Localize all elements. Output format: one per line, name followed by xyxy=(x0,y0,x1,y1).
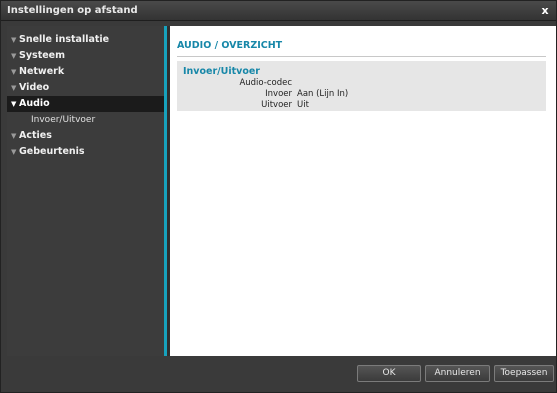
info-label: Invoer xyxy=(265,89,292,99)
sidebar-item-video[interactable]: ▼ Video xyxy=(7,80,164,96)
ok-button[interactable]: OK xyxy=(357,365,421,382)
sidebar-item-netwerk[interactable]: ▼ Netwerk xyxy=(7,64,164,80)
info-row-invoer: Invoer Aan (Lijn In) xyxy=(183,89,540,99)
sidebar-subitem-invoer-uitvoer[interactable]: Invoer/Uitvoer xyxy=(7,112,164,128)
close-icon[interactable]: x xyxy=(539,4,551,17)
overview-panel: Invoer/Uitvoer Audio-codec Invoer Aan (L… xyxy=(177,61,546,111)
triangle-down-icon: ▼ xyxy=(11,68,17,76)
triangle-down-icon: ▼ xyxy=(11,100,17,108)
info-row-audio-codec: Audio-codec xyxy=(183,78,540,88)
sidebar-item-label: Systeem xyxy=(19,50,66,61)
main-area: ▼ Snelle installatie ▼ Systeem ▼ Netwerk… xyxy=(7,26,556,356)
info-row-uitvoer: Uitvoer Uit xyxy=(183,100,540,110)
triangle-down-icon: ▼ xyxy=(11,148,17,156)
window-title: Instellingen op afstand xyxy=(7,5,138,16)
sidebar-item-label: Acties xyxy=(19,130,52,141)
dialog-footer: OK Annuleren Toepassen xyxy=(1,356,556,392)
triangle-down-icon: ▼ xyxy=(11,36,17,44)
title-bar[interactable]: Instellingen op afstand x xyxy=(1,1,556,21)
triangle-down-icon: ▼ xyxy=(11,84,17,92)
settings-window: Instellingen op afstand x ▼ Snelle insta… xyxy=(0,0,557,393)
sidebar-item-label: Snelle installatie xyxy=(19,34,110,45)
sidebar-item-snelle-installatie[interactable]: ▼ Snelle installatie xyxy=(7,32,164,48)
page-title: AUDIO / OVERZICHT xyxy=(177,40,283,51)
sidebar-item-audio[interactable]: ▼ Audio xyxy=(7,96,164,112)
info-label: Audio-codec xyxy=(239,78,292,88)
info-value: Aan (Lijn In) xyxy=(297,89,349,99)
sidebar-item-gebeurtenis[interactable]: ▼ Gebeurtenis xyxy=(7,144,164,160)
triangle-down-icon: ▼ xyxy=(11,132,17,140)
sidebar-item-label: Gebeurtenis xyxy=(19,146,85,157)
triangle-down-icon: ▼ xyxy=(11,52,17,60)
sidebar-item-label: Netwerk xyxy=(19,66,65,77)
sidebar-item-label: Audio xyxy=(19,98,50,109)
info-label: Uitvoer xyxy=(261,100,292,110)
sidebar-item-acties[interactable]: ▼ Acties xyxy=(7,128,164,144)
sidebar: ▼ Snelle installatie ▼ Systeem ▼ Netwerk… xyxy=(7,26,167,356)
title-divider xyxy=(177,56,546,57)
apply-button[interactable]: Toepassen xyxy=(494,365,554,382)
content-pane: AUDIO / OVERZICHT Invoer/Uitvoer Audio-c… xyxy=(170,26,556,356)
sidebar-item-label: Video xyxy=(19,82,50,93)
sidebar-item-systeem[interactable]: ▼ Systeem xyxy=(7,48,164,64)
cancel-button[interactable]: Annuleren xyxy=(425,365,490,382)
panel-title: Invoer/Uitvoer xyxy=(183,66,260,77)
info-value: Uit xyxy=(297,100,309,110)
